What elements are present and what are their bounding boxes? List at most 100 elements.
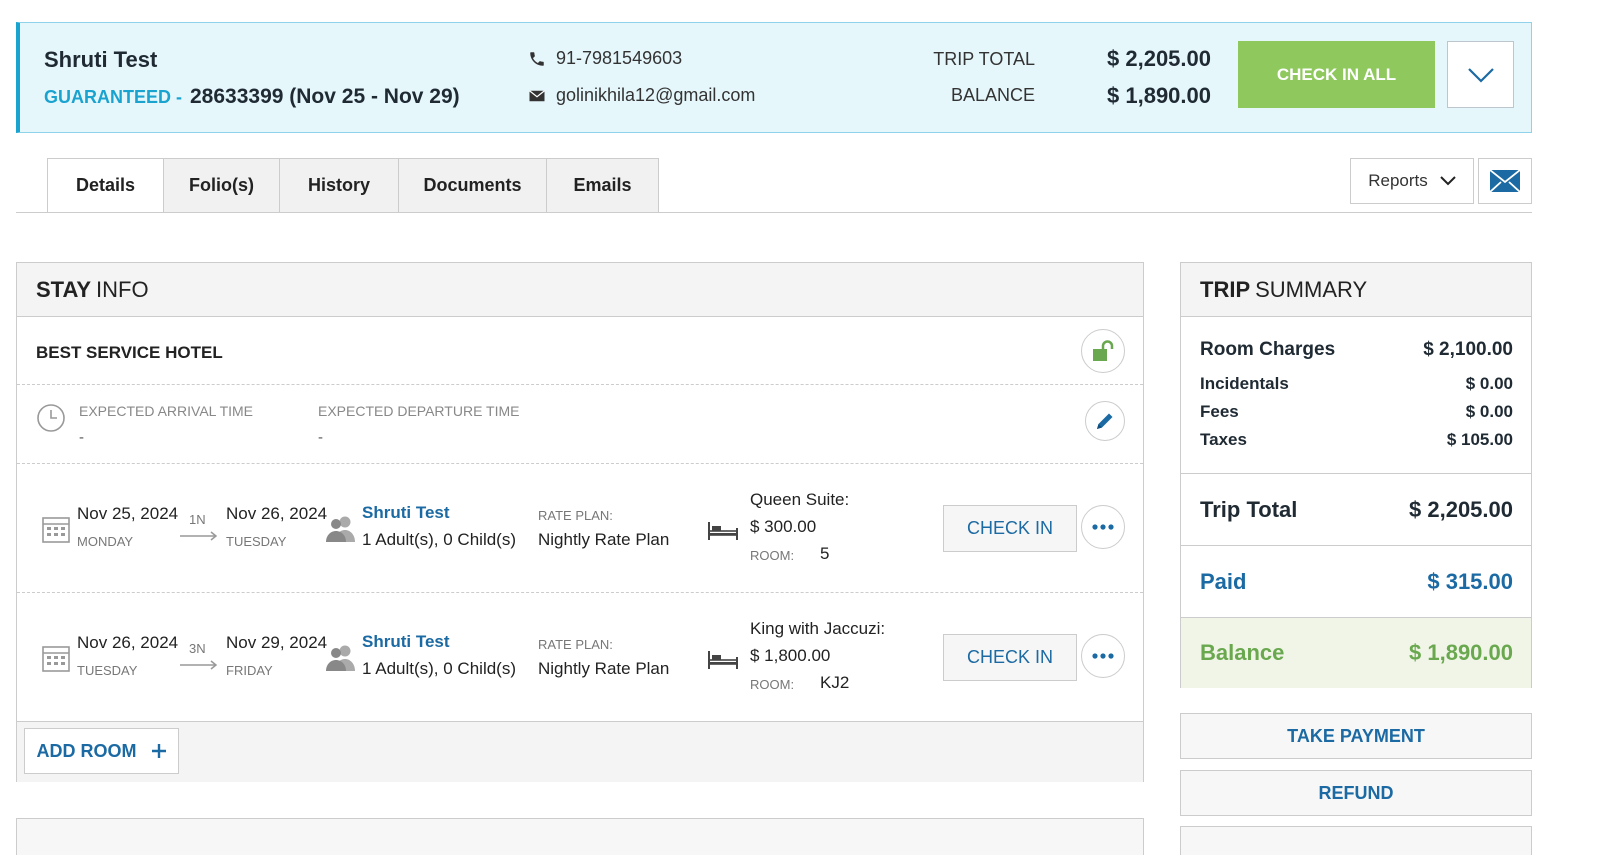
hotel-row: BEST SERVICE HOTEL (17, 317, 1143, 385)
tab-emails[interactable]: Emails (547, 158, 659, 213)
balance-row: Balance $ 1,890.00 (1181, 618, 1531, 688)
incidentals-label: Incidentals (1200, 374, 1289, 393)
room-row: Nov 26, 2024 TUESDAY 3N Nov 29, 2024 FRI… (17, 593, 1143, 722)
check-in-button[interactable]: CHECK IN (943, 634, 1077, 681)
pencil-icon (1097, 413, 1113, 429)
unlock-icon (1093, 340, 1114, 361)
arrow-right-icon (180, 660, 218, 670)
reports-dropdown[interactable]: Reports (1350, 158, 1474, 204)
balance-value: $ 1,890.00 (1107, 83, 1211, 108)
next-action-button[interactable] (1180, 826, 1532, 855)
tab-divider (16, 212, 1532, 213)
trip-total-value: $ 2,205.00 (1409, 496, 1513, 522)
room-more-button[interactable] (1081, 634, 1125, 678)
arrival-date: Nov 26, 2024 (77, 633, 179, 652)
hotel-name: BEST SERVICE HOTEL (36, 343, 223, 362)
departure-date: Nov 26, 2024 (226, 504, 328, 523)
paid-label: Paid (1200, 568, 1247, 594)
fees-value: $ 0.00 (1465, 402, 1513, 421)
taxes-label: Taxes (1200, 430, 1247, 449)
chevron-down-icon (1440, 176, 1456, 186)
rate-plan-label: RATE PLAN: (538, 508, 613, 523)
tab-details[interactable]: Details (47, 158, 164, 213)
tab-documents[interactable]: Documents (399, 158, 547, 213)
balance-label: Balance (1200, 640, 1285, 665)
room-charges-value: $ 2,100.00 (1423, 339, 1513, 360)
bed-icon (708, 651, 738, 669)
balance-value: $ 1,890.00 (1409, 640, 1513, 665)
trip-summary-panel: TRIP SUMMARY Room Charges $ 2,100.00 Inc… (1180, 262, 1532, 688)
stay-info-title: STAY INFO (17, 263, 1143, 317)
stay-info-panel: STAY INFO BEST SERVICE HOTEL EXPECTED AR… (16, 262, 1144, 782)
paid-value: $ 315.00 (1427, 568, 1513, 594)
rate-plan-value: Nightly Rate Plan (538, 530, 670, 549)
paid-row: Paid $ 315.00 (1181, 546, 1531, 618)
actions-dropdown-button[interactable] (1447, 41, 1514, 108)
trip-total-row: Trip Total $ 2,205.00 (1181, 474, 1531, 546)
plus-icon (151, 744, 166, 758)
unlock-button[interactable] (1081, 329, 1125, 373)
room-number-label: ROOM: (750, 548, 795, 563)
refund-button[interactable]: REFUND (1180, 770, 1532, 816)
more-horizontal-icon (1092, 524, 1114, 530)
tab-bar: Details Folio(s) History Documents Email… (47, 158, 659, 213)
room-guest-link[interactable]: Shruti Test (362, 632, 450, 652)
phone-contact: 91-7981549603 (528, 48, 682, 69)
arrival-date: Nov 25, 2024 (77, 504, 179, 523)
clock-icon (37, 404, 65, 432)
expected-departure-value: - (318, 429, 323, 446)
guests-icon (326, 645, 355, 671)
nights-count: 3N (189, 641, 206, 656)
email-address: golinikhila12@gmail.com (556, 85, 756, 105)
title-bold: STAY (36, 276, 92, 302)
trip-total-label: Trip Total (1200, 496, 1298, 522)
expected-arrival-value: - (79, 429, 84, 446)
next-panel-header (16, 818, 1144, 855)
room-charges-row: Room Charges $ 2,100.00 (1200, 339, 1513, 361)
more-horizontal-icon (1092, 653, 1114, 659)
incidentals-row: Incidentals $ 0.00 (1200, 374, 1513, 394)
room-guest-link[interactable]: Shruti Test (362, 503, 450, 523)
rate-plan-label: RATE PLAN: (538, 637, 613, 652)
room-row: Nov 25, 2024 MONDAY 1N Nov 26, 2024 TUES… (17, 464, 1143, 593)
guests-icon (326, 516, 355, 542)
occupancy: 1 Adult(s), 0 Child(s) (362, 659, 516, 678)
room-more-button[interactable] (1081, 505, 1125, 549)
reservation-status: GUARANTEED - (44, 87, 182, 107)
add-room-button[interactable]: ADD ROOM (24, 728, 179, 774)
guest-name[interactable]: Shruti Test (44, 47, 157, 73)
tab-folios[interactable]: Folio(s) (164, 158, 280, 213)
room-number: KJ2 (820, 673, 850, 692)
edit-times-button[interactable] (1085, 401, 1125, 441)
trip-total-value: $ 2,205.00 (1107, 46, 1211, 71)
email-contact: golinikhila12@gmail.com (528, 85, 755, 106)
bed-icon (708, 522, 738, 540)
add-room-bar: ADD ROOM (17, 722, 1143, 782)
title-rest: SUMMARY (1255, 276, 1368, 302)
expected-departure-label: EXPECTED DEPARTURE TIME (318, 403, 520, 419)
departure-date: Nov 29, 2024 (226, 633, 328, 652)
charges-breakdown: Room Charges $ 2,100.00 Incidentals $ 0.… (1181, 317, 1531, 474)
occupancy: 1 Adult(s), 0 Child(s) (362, 530, 516, 549)
send-email-button[interactable] (1478, 158, 1532, 204)
reports-label: Reports (1368, 171, 1428, 190)
room-rate: $ 1,800.00 (750, 646, 831, 665)
fees-row: Fees $ 0.00 (1200, 402, 1513, 422)
tab-history[interactable]: History (280, 158, 399, 213)
trip-summary-title: TRIP SUMMARY (1181, 263, 1531, 317)
check-in-all-button[interactable]: CHECK IN ALL (1238, 41, 1435, 108)
chevron-down-icon (1467, 67, 1494, 83)
check-in-button[interactable]: CHECK IN (943, 505, 1077, 552)
reservation-header: Shruti Test GUARANTEED - 28633399 (Nov 2… (16, 22, 1532, 133)
fees-label: Fees (1200, 402, 1239, 421)
room-number: 5 (820, 544, 830, 563)
add-room-label: ADD ROOM (36, 740, 137, 761)
take-payment-button[interactable]: TAKE PAYMENT (1180, 713, 1532, 759)
arrival-day: MONDAY (77, 534, 134, 549)
rate-plan-value: Nightly Rate Plan (538, 659, 670, 678)
room-charges-label: Room Charges (1200, 339, 1336, 360)
title-rest: INFO (96, 276, 149, 302)
room-rate: $ 300.00 (750, 517, 817, 536)
departure-day: TUESDAY (226, 534, 287, 549)
calendar-icon (42, 517, 70, 543)
